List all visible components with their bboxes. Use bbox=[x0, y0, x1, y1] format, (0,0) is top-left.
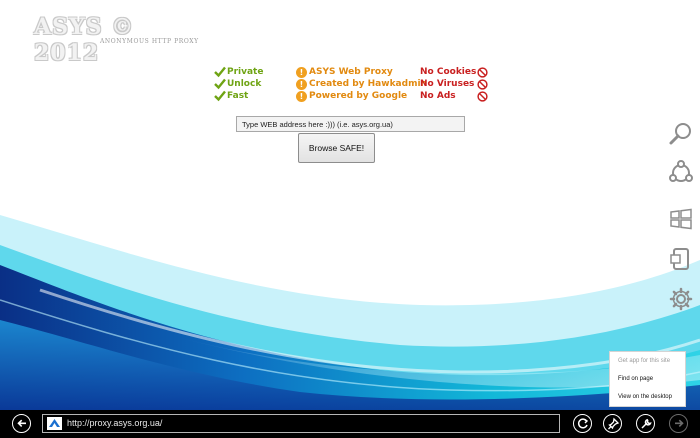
feature-label: Powered by Google bbox=[309, 91, 408, 101]
back-arrow-icon bbox=[17, 419, 26, 427]
exclamation-icon: ! bbox=[296, 66, 307, 78]
feature-item: No Ads bbox=[420, 90, 488, 102]
exclamation-icon: ! bbox=[296, 90, 307, 102]
settings-icon bbox=[669, 287, 693, 311]
devices-icon bbox=[670, 248, 689, 270]
refresh-icon bbox=[577, 418, 589, 429]
feature-label: Created by Hawkadmin bbox=[309, 79, 427, 89]
forward-button[interactable] bbox=[669, 414, 688, 433]
feature-item: ! Created by Hawkadmin bbox=[296, 78, 427, 90]
share-icon bbox=[669, 160, 693, 182]
checkmark-icon bbox=[214, 90, 226, 102]
menu-item-view-on-desktop[interactable]: View on the desktop bbox=[610, 388, 685, 406]
feature-item: ! ASYS Web Proxy bbox=[296, 66, 427, 78]
address-url: http://proxy.asys.org.ua/ bbox=[67, 418, 163, 428]
page-tools-menu: Get app for this site Find on page View … bbox=[609, 351, 686, 407]
search-icon bbox=[669, 123, 691, 145]
pin-icon bbox=[608, 417, 620, 430]
checkmark-icon bbox=[214, 78, 226, 90]
feature-item: No Viruses bbox=[420, 78, 488, 90]
feature-label: Private bbox=[227, 67, 264, 77]
exclamation-icon: ! bbox=[296, 78, 307, 90]
checkmark-icon bbox=[214, 66, 226, 78]
pin-button[interactable] bbox=[603, 414, 622, 433]
search-charm[interactable] bbox=[668, 121, 694, 147]
feature-label: Fast bbox=[227, 91, 249, 101]
address-bar[interactable]: http://proxy.asys.org.ua/ bbox=[42, 414, 560, 433]
features-green-column: Private Unlock Fast bbox=[214, 66, 263, 102]
no-sign-icon bbox=[477, 66, 488, 78]
no-sign-icon bbox=[477, 90, 488, 102]
feature-label: No Cookies bbox=[420, 67, 477, 77]
settings-charm[interactable] bbox=[668, 286, 694, 312]
page-tools-button[interactable] bbox=[636, 414, 655, 433]
feature-item: Private bbox=[214, 66, 263, 78]
start-icon bbox=[670, 208, 692, 230]
feature-label: Unlock bbox=[227, 79, 262, 89]
forward-arrow-icon bbox=[675, 419, 684, 427]
feature-label: No Viruses bbox=[420, 79, 475, 89]
features-orange-column: ! ASYS Web Proxy ! Created by Hawkadmin … bbox=[296, 66, 427, 102]
share-charm[interactable] bbox=[668, 160, 694, 186]
menu-item-find-on-page[interactable]: Find on page bbox=[610, 370, 685, 388]
feature-item: ! Powered by Google bbox=[296, 90, 427, 102]
start-charm[interactable] bbox=[668, 206, 694, 232]
feature-item: No Cookies bbox=[420, 66, 488, 78]
no-sign-icon bbox=[477, 78, 488, 90]
back-button[interactable] bbox=[12, 414, 31, 433]
features-red-column: No Cookies No Viruses No Ads bbox=[420, 66, 488, 102]
feature-item: Unlock bbox=[214, 78, 263, 90]
site-logo: ASYS © 2012 Anonymous HTTP Proxy bbox=[34, 14, 198, 66]
logo-subtitle: Anonymous HTTP Proxy bbox=[100, 38, 199, 45]
feature-label: ASYS Web Proxy bbox=[309, 67, 393, 77]
refresh-button[interactable] bbox=[573, 414, 592, 433]
feature-label: No Ads bbox=[420, 91, 456, 101]
feature-item: Fast bbox=[214, 90, 263, 102]
site-favicon bbox=[47, 417, 62, 430]
devices-charm[interactable] bbox=[668, 246, 694, 272]
wrench-icon bbox=[641, 418, 652, 429]
favicon-icon bbox=[49, 419, 60, 427]
browse-safe-button[interactable]: Browse SAFE! bbox=[298, 133, 375, 163]
menu-item-get-app[interactable]: Get app for this site bbox=[610, 352, 685, 370]
url-input[interactable] bbox=[236, 116, 465, 132]
